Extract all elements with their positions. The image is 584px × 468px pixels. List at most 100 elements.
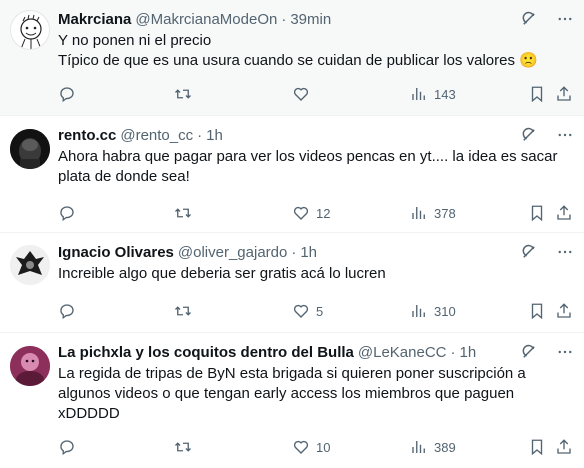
tweet[interactable]: La pichxla y los coquitos dentro del Bul… xyxy=(0,333,584,468)
tweet-header: Ignacio Olivares @oliver_gajardo · 1h xyxy=(58,241,574,263)
timestamp[interactable]: 39min xyxy=(290,11,331,28)
reply-icon xyxy=(58,438,76,456)
retweet-button[interactable] xyxy=(174,85,198,103)
timestamp[interactable]: 1h xyxy=(300,244,317,261)
bookmark-icon xyxy=(528,302,546,320)
like-button[interactable]: 12 xyxy=(292,204,330,222)
views-icon xyxy=(410,302,428,320)
avatar[interactable] xyxy=(10,346,50,386)
author-name[interactable]: La pichxla y los coquitos dentro del Bul… xyxy=(58,344,354,361)
reply-icon xyxy=(58,302,76,320)
like-button[interactable] xyxy=(292,85,316,103)
tweet-actions: 12 378 xyxy=(58,203,574,223)
author-name[interactable]: rento.cc xyxy=(58,127,116,144)
share-icon xyxy=(555,204,573,222)
retweet-button[interactable] xyxy=(174,204,198,222)
share-button[interactable] xyxy=(555,85,573,103)
more-icon[interactable] xyxy=(556,343,574,361)
share-button[interactable] xyxy=(555,204,573,222)
tweet-content: rento.cc @rento_cc · 1h Ahora habra que … xyxy=(58,124,574,187)
share-button[interactable] xyxy=(555,438,573,456)
tweet-header: Makrciana @MakrcianaModeOn · 39min xyxy=(58,8,574,30)
tweet-feed: Makrciana @MakrcianaModeOn · 39min Y no … xyxy=(0,0,584,468)
author-handle[interactable]: @rento_cc xyxy=(120,127,193,144)
reply-button[interactable] xyxy=(58,204,82,222)
heart-icon xyxy=(292,204,310,222)
reply-button[interactable] xyxy=(58,302,82,320)
tweet-text: Increible algo que deberia ser gratis ac… xyxy=(58,265,386,282)
like-count: 12 xyxy=(316,205,331,221)
grok-icon[interactable] xyxy=(520,10,538,28)
bookmark-icon xyxy=(528,204,546,222)
retweet-icon xyxy=(174,204,192,222)
more-icon[interactable] xyxy=(556,10,574,28)
separator: · xyxy=(197,126,203,144)
author-name[interactable]: Makrciana xyxy=(58,11,131,28)
more-icon[interactable] xyxy=(556,126,574,144)
more-icon[interactable] xyxy=(556,243,574,261)
tweet[interactable]: Makrciana @MakrcianaModeOn · 39min Y no … xyxy=(0,0,584,116)
like-button[interactable]: 10 xyxy=(292,438,330,456)
author-handle[interactable]: @MakrcianaModeOn xyxy=(135,11,277,28)
header-actions xyxy=(520,343,574,361)
views-icon xyxy=(410,204,428,222)
reply-icon xyxy=(58,85,76,103)
tweet[interactable]: rento.cc @rento_cc · 1h Ahora habra que … xyxy=(0,116,584,233)
separator: · xyxy=(281,10,287,28)
tweet-header: La pichxla y los coquitos dentro del Bul… xyxy=(58,341,574,363)
timestamp[interactable]: 1h xyxy=(206,127,223,144)
tweet-content: La pichxla y los coquitos dentro del Bul… xyxy=(58,341,574,424)
reply-icon xyxy=(58,204,76,222)
timestamp[interactable]: 1h xyxy=(460,344,477,361)
bookmark-icon xyxy=(528,85,546,103)
retweet-button[interactable] xyxy=(174,438,198,456)
author-name[interactable]: Ignacio Olivares xyxy=(58,244,174,261)
author-handle[interactable]: @LeKaneCC xyxy=(358,344,447,361)
views-count: 389 xyxy=(434,439,456,455)
retweet-icon xyxy=(174,438,192,456)
views-button[interactable]: 378 xyxy=(410,204,456,222)
bookmark-button[interactable] xyxy=(528,302,546,320)
reply-button[interactable] xyxy=(58,438,82,456)
bookmark-button[interactable] xyxy=(528,204,546,222)
views-icon xyxy=(410,438,428,456)
retweet-button[interactable] xyxy=(174,302,198,320)
share-icon xyxy=(555,438,573,456)
share-icon xyxy=(555,85,573,103)
tweet[interactable]: Ignacio Olivares @oliver_gajardo · 1h In… xyxy=(0,233,584,333)
views-icon xyxy=(410,85,428,103)
avatar[interactable] xyxy=(10,245,50,285)
grok-icon[interactable] xyxy=(520,243,538,261)
separator: · xyxy=(450,343,456,361)
views-button[interactable]: 310 xyxy=(410,302,456,320)
like-count: 5 xyxy=(316,303,324,319)
tweet-text: La regida de tripas de ByN esta brigada … xyxy=(58,365,526,422)
avatar[interactable] xyxy=(10,129,50,169)
header-actions xyxy=(520,126,574,144)
like-button[interactable]: 5 xyxy=(292,302,323,320)
avatar[interactable] xyxy=(10,10,50,50)
retweet-icon xyxy=(174,85,192,103)
views-button[interactable]: 143 xyxy=(410,85,456,103)
grok-icon[interactable] xyxy=(520,126,538,144)
tweet-actions: 143 xyxy=(58,84,574,104)
share-icon xyxy=(555,302,573,320)
reply-button[interactable] xyxy=(58,85,82,103)
heart-icon xyxy=(292,302,310,320)
share-button[interactable] xyxy=(555,302,573,320)
heart-icon xyxy=(292,438,310,456)
views-count: 378 xyxy=(434,205,456,221)
views-count: 310 xyxy=(434,303,456,319)
grok-icon[interactable] xyxy=(520,343,538,361)
tweet-actions: 10 389 xyxy=(58,437,574,457)
tweet-actions: 5 310 xyxy=(58,301,574,321)
views-button[interactable]: 389 xyxy=(410,438,456,456)
retweet-icon xyxy=(174,302,192,320)
tweet-content: Makrciana @MakrcianaModeOn · 39min Y no … xyxy=(58,8,574,71)
heart-icon xyxy=(292,85,310,103)
bookmark-button[interactable] xyxy=(528,438,546,456)
like-count: 10 xyxy=(316,439,331,455)
bookmark-button[interactable] xyxy=(528,85,546,103)
author-handle[interactable]: @oliver_gajardo xyxy=(178,244,287,261)
views-count: 143 xyxy=(434,86,456,102)
